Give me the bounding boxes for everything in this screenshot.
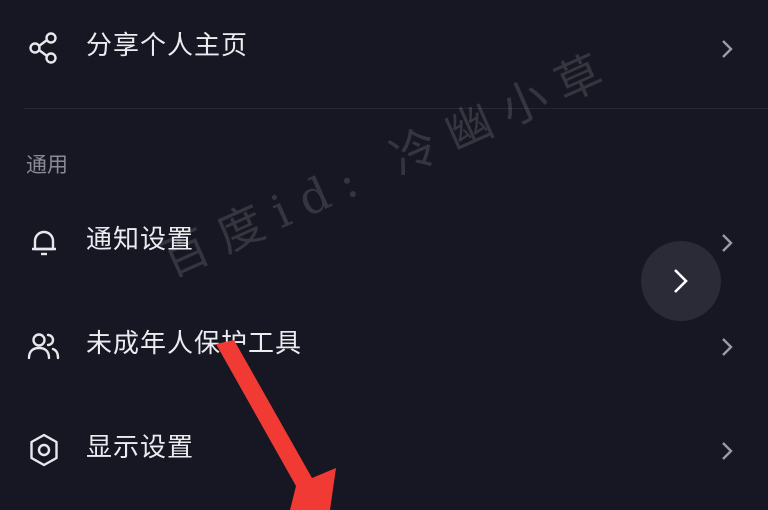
section-header-general: 通用 bbox=[26, 153, 68, 177]
minor-protection-label: 未成年人保护工具 bbox=[86, 329, 303, 359]
chevron-right-icon bbox=[716, 228, 738, 258]
display-settings-label: 显示设置 bbox=[86, 433, 195, 463]
bell-icon bbox=[26, 224, 62, 260]
chevron-right-icon bbox=[716, 332, 738, 362]
chevron-right-icon bbox=[716, 34, 738, 64]
display-settings-row[interactable]: 显示设置 bbox=[0, 408, 768, 488]
share-profile-label: 分享个人主页 bbox=[86, 31, 249, 61]
users-icon bbox=[26, 328, 62, 364]
chevron-right-icon bbox=[716, 436, 738, 466]
floating-next-button[interactable] bbox=[641, 241, 721, 321]
divider bbox=[24, 108, 768, 109]
chevron-right-icon bbox=[674, 269, 688, 293]
share-icon bbox=[26, 30, 62, 66]
share-profile-row[interactable]: 分享个人主页 bbox=[0, 6, 768, 86]
gear-icon bbox=[26, 432, 62, 468]
minor-protection-row[interactable]: 未成年人保护工具 bbox=[0, 304, 768, 384]
